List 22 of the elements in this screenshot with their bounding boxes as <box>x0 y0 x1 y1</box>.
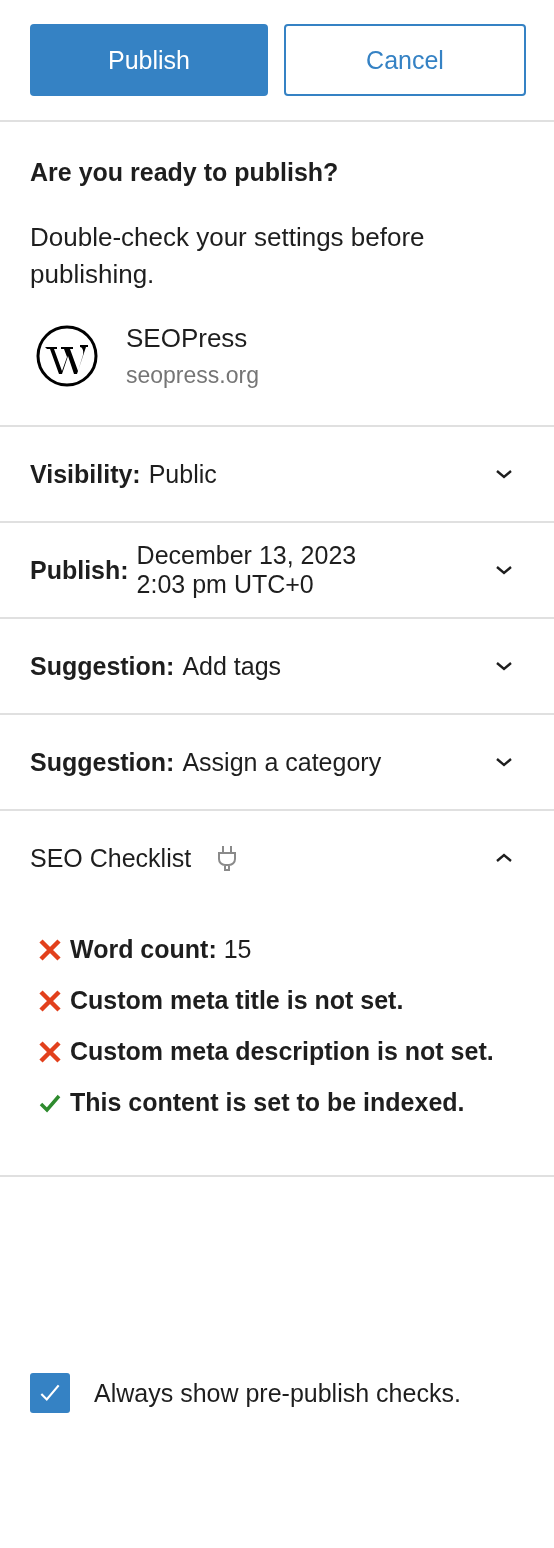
panel-value[interactable]: Public <box>148 459 217 489</box>
checklist-item: Word count: 15 <box>70 935 252 964</box>
panel-value[interactable]: Add tags <box>182 651 282 681</box>
panel-label: Visibility: <box>30 459 141 489</box>
panel-title: Are you ready to publish? <box>30 158 340 187</box>
site-name: SEOPress <box>126 323 249 354</box>
panel-label: Suggestion: <box>30 651 175 681</box>
description-text: Double-check your settings before publishing. <box>30 221 426 291</box>
panel-value[interactable]: December 13, 2023 2:03 pm UTC+0 <box>136 541 357 599</box>
panel-label: Publish: <box>30 555 129 585</box>
checklist-item: This content is set to be indexed. <box>70 1088 465 1117</box>
checklist-item: Custom meta title is not set. <box>70 986 404 1015</box>
publish-button[interactable]: Publish <box>30 24 268 96</box>
panel-label: Suggestion: <box>30 747 175 777</box>
site-url: seopress.org <box>126 362 259 389</box>
panel-title[interactable]: SEO Checklist <box>30 843 192 873</box>
checkbox[interactable] <box>30 1373 70 1413</box>
panel-value[interactable]: Assign a category <box>182 747 382 777</box>
wordpress-logo-icon <box>36 325 98 387</box>
cancel-button[interactable]: Cancel <box>284 24 526 96</box>
checkbox-label: Always show pre-publish checks. <box>94 1378 461 1408</box>
checklist-item: Custom meta description is not set. <box>70 1037 494 1066</box>
